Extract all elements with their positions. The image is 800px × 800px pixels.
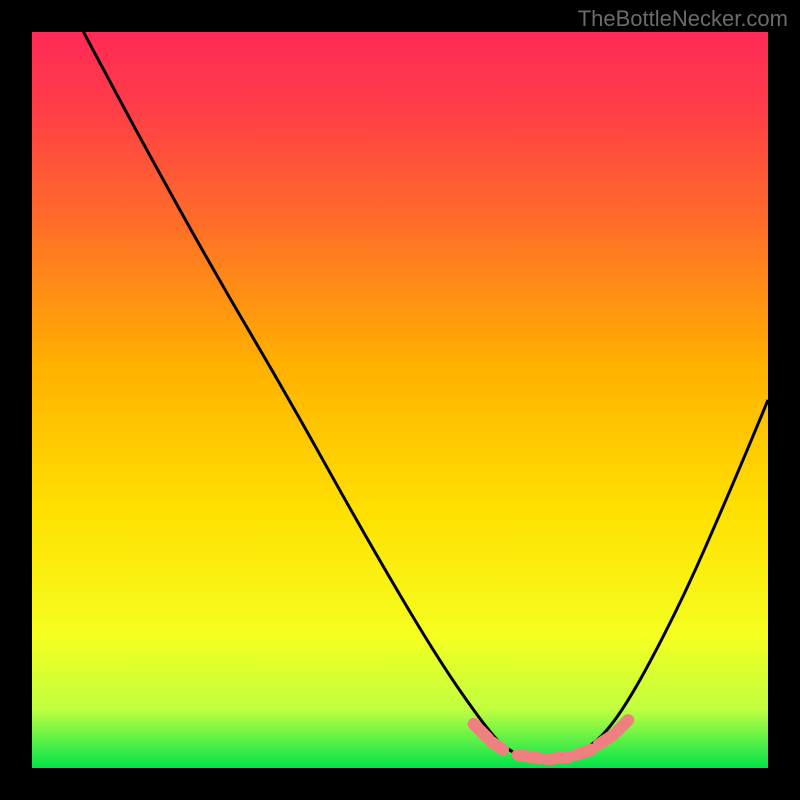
chart-svg: [32, 32, 768, 768]
watermark-text: TheBottleNecker.com: [578, 6, 788, 32]
chart-area: [32, 32, 768, 768]
